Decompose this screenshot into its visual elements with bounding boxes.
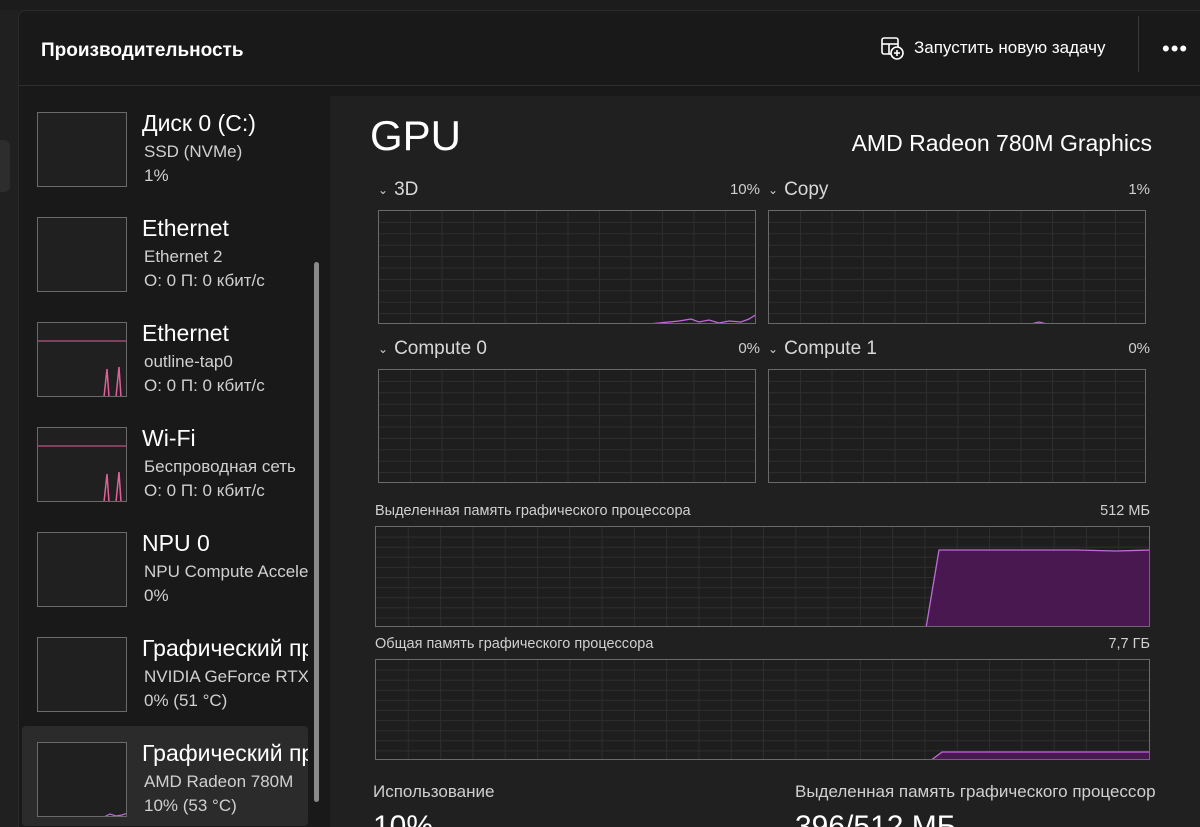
device-item-disk0[interactable]: Диск 0 (C:) SSD (NVMe) 1% xyxy=(22,96,308,196)
gpu-title: GPU xyxy=(370,112,462,159)
shared-memory-max: 7,7 ГБ xyxy=(1108,636,1150,652)
device-name: NPU 0 xyxy=(142,530,210,556)
graph-grid xyxy=(769,211,1145,323)
engine-percent: 10% xyxy=(729,181,760,198)
device-name: Графический процессор 0 xyxy=(142,635,308,661)
header-separator xyxy=(1138,16,1139,72)
sidebar-scrollbar[interactable] xyxy=(314,262,319,802)
device-name: Графический процессор 1 xyxy=(142,740,308,766)
engine-label: Copy xyxy=(784,179,829,200)
device-stat: 0% xyxy=(144,586,169,605)
device-subtitle: AMD Radeon 780M xyxy=(144,772,294,791)
device-thumbnail xyxy=(37,112,127,187)
device-item-wifi[interactable]: Wi-Fi Беспроводная сеть О: 0 П: 0 кбит/с xyxy=(22,411,308,511)
graph-grid xyxy=(379,211,755,323)
device-thumbnail xyxy=(37,322,127,397)
engine-graph-compute0 xyxy=(378,369,756,483)
network-activity-graph xyxy=(38,445,126,501)
device-item-gpu1[interactable]: Графический процессор 1 AMD Radeon 780M … xyxy=(22,726,308,826)
engine-selector-compute1[interactable]: ⌄ Compute 1 xyxy=(768,338,877,360)
device-stat: 10% (53 °C) xyxy=(144,796,237,815)
device-stat: О: 0 П: 0 кбит/с xyxy=(144,481,265,500)
device-stat: 1% xyxy=(144,166,169,185)
engine-percent: 1% xyxy=(1128,181,1150,198)
chevron-down-icon: ⌄ xyxy=(768,183,779,197)
dedicated-memory-usage-label: Выделенная память графического процессор… xyxy=(795,782,1155,801)
device-subtitle: outline-tap0 xyxy=(144,352,233,371)
graph-grid xyxy=(376,660,1149,759)
device-thumbnail xyxy=(37,532,127,607)
device-subtitle: NVIDIA GeForce RTX xyxy=(144,667,308,686)
dedicated-memory-graph xyxy=(375,526,1150,627)
engine-selector-3d[interactable]: ⌄ 3D xyxy=(378,179,418,201)
engine-label: Compute 0 xyxy=(394,338,488,359)
engine-graph-3d xyxy=(378,210,756,324)
device-name: Диск 0 (C:) xyxy=(142,110,256,136)
run-new-task-label: Запустить новую задачу xyxy=(914,38,1106,57)
chevron-down-icon: ⌄ xyxy=(378,183,389,197)
device-item-gpu0[interactable]: Графический процессор 0 NVIDIA GeForce R… xyxy=(22,621,308,721)
engine-percent: 0% xyxy=(738,340,760,357)
network-activity-graph xyxy=(38,340,126,396)
engine-graph-compute1 xyxy=(768,369,1146,483)
engine-label: 3D xyxy=(394,179,419,200)
page-title: Производительность xyxy=(41,40,244,61)
device-subtitle: NPU Compute Accelerator xyxy=(144,562,308,581)
dedicated-memory-usage-value: 396/512 МБ xyxy=(795,810,957,827)
device-name: Ethernet xyxy=(142,215,229,241)
graph-grid xyxy=(769,370,1145,482)
device-subtitle: Беспроводная сеть xyxy=(144,457,296,476)
device-item-ethernet2[interactable]: Ethernet Ethernet 2 О: 0 П: 0 кбит/с xyxy=(22,201,308,301)
device-thumbnail xyxy=(37,217,127,292)
shared-memory-graph xyxy=(375,659,1150,760)
device-thumbnail xyxy=(37,637,127,712)
run-new-task-button[interactable]: Запустить новую задачу xyxy=(880,36,1105,60)
new-task-icon xyxy=(881,37,904,60)
chevron-down-icon: ⌄ xyxy=(378,342,389,356)
engine-selector-copy[interactable]: ⌄ Copy xyxy=(768,179,828,201)
dedicated-memory-label: Выделенная память графического процессор… xyxy=(375,503,691,519)
device-thumbnail xyxy=(37,427,127,502)
graph-grid xyxy=(379,370,755,482)
chevron-down-icon: ⌄ xyxy=(768,342,779,356)
device-thumbnail xyxy=(37,742,127,817)
dedicated-memory-max: 512 МБ xyxy=(1100,503,1150,519)
more-options-icon[interactable]: ••• xyxy=(1162,36,1188,62)
gpu-usage-mini-graph xyxy=(104,813,126,816)
gpu-detail-panel: GPU AMD Radeon 780M Graphics ⌄ 3D 10% ⌄ … xyxy=(330,96,1200,827)
engine-graph-copy xyxy=(768,210,1146,324)
device-stat: 0% (51 °C) xyxy=(144,691,228,710)
gpu-model: AMD Radeon 780M Graphics xyxy=(851,130,1152,156)
usage-value: 10% xyxy=(373,810,434,827)
usage-label: Использование xyxy=(373,782,495,801)
engine-percent: 0% xyxy=(1128,340,1150,357)
device-stat: О: 0 П: 0 кбит/с xyxy=(144,376,265,395)
device-stat: О: 0 П: 0 кбит/с xyxy=(144,271,265,290)
engine-label: Compute 1 xyxy=(784,338,878,359)
device-subtitle: Ethernet 2 xyxy=(144,247,223,266)
device-name: Wi-Fi xyxy=(142,425,196,451)
title-bar-strip xyxy=(0,0,1200,10)
page-header: Производительность Запустить новую задач… xyxy=(18,10,1200,86)
device-list[interactable]: Диск 0 (C:) SSD (NVMe) 1% Ethernet Ether… xyxy=(22,96,326,827)
device-subtitle: SSD (NVMe) xyxy=(144,142,243,161)
device-item-npu0[interactable]: NPU 0 NPU Compute Accelerator 0% xyxy=(22,516,308,616)
device-item-ethernet-tap[interactable]: Ethernet outline-tap0 О: 0 П: 0 кбит/с xyxy=(22,306,308,406)
engine-selector-compute0[interactable]: ⌄ Compute 0 xyxy=(378,338,487,360)
shared-memory-label: Общая память графического процессора xyxy=(375,636,654,652)
device-name: Ethernet xyxy=(142,320,229,346)
nav-rail-indicator[interactable] xyxy=(0,140,10,192)
